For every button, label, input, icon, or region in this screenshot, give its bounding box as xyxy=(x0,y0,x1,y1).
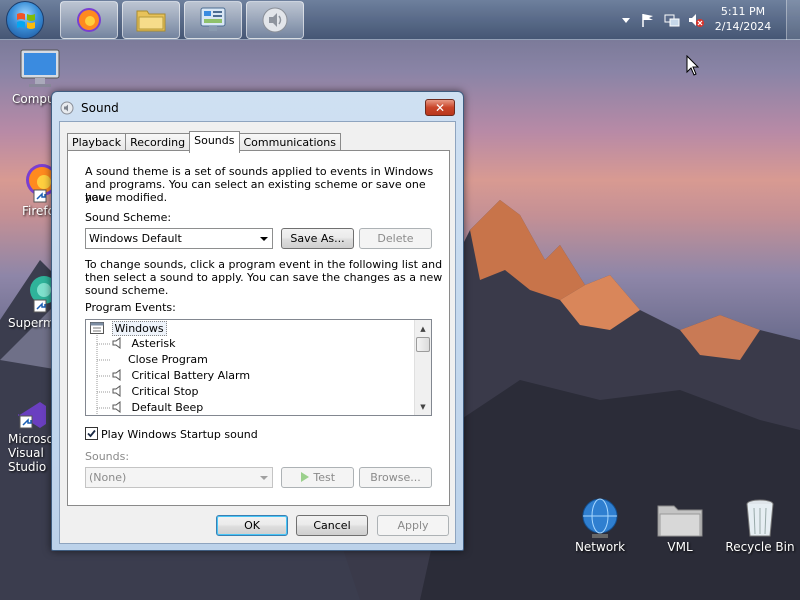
intro-text-line: have modified. xyxy=(85,191,168,204)
clock-date: 2/14/2024 xyxy=(714,20,772,33)
chevron-down-icon xyxy=(260,476,268,480)
folder-icon xyxy=(657,505,703,537)
tab-strip: Playback Recording Sounds Communications xyxy=(67,131,341,153)
speaker-icon xyxy=(112,369,121,381)
intro-text-line: A sound theme is a set of sounds applied… xyxy=(85,165,434,178)
play-icon xyxy=(300,472,309,482)
scroll-up-icon[interactable]: ▲ xyxy=(415,321,431,336)
scroll-thumb[interactable] xyxy=(416,337,430,352)
action-center-flag-icon[interactable] xyxy=(640,12,656,28)
apply-button[interactable]: Apply xyxy=(377,515,449,536)
folder-icon xyxy=(136,10,166,32)
taskbar-button-file-explorer[interactable] xyxy=(122,1,180,39)
dialog-client-area: Playback Recording Sounds Communications… xyxy=(59,121,456,544)
taskbar-button-control-panel[interactable] xyxy=(184,1,242,39)
mouse-cursor-icon xyxy=(686,55,700,76)
list-item[interactable]: Default Beep xyxy=(112,400,203,416)
desktop-icon-recycle-bin[interactable]: Recycle Bin xyxy=(720,496,800,554)
program-events-list[interactable]: Windows Asterisk Close Program Critical … xyxy=(85,319,432,416)
delete-button[interactable]: Delete xyxy=(359,228,432,249)
desktop-icon-label: VML xyxy=(667,540,693,554)
cancel-button[interactable]: Cancel xyxy=(296,515,368,536)
ok-button[interactable]: OK xyxy=(216,515,288,536)
network-globe-icon xyxy=(582,498,618,538)
change-text-line: then select a sound to apply. You can sa… xyxy=(85,271,443,284)
browse-button[interactable]: Browse... xyxy=(359,467,432,488)
sounds-tab-panel: A sound theme is a set of sounds applied… xyxy=(67,150,450,506)
start-button[interactable] xyxy=(6,1,44,39)
save-as-button[interactable]: Save As... xyxy=(281,228,354,249)
events-scrollbar[interactable]: ▲ ▼ xyxy=(414,320,431,415)
sound-scheme-select[interactable]: Windows Default xyxy=(85,228,273,249)
sounds-label: Sounds: xyxy=(85,450,130,463)
startup-sound-label[interactable]: Play Windows Startup sound xyxy=(101,428,258,441)
list-item-label: Default Beep xyxy=(131,401,204,414)
list-item[interactable]: Close Program xyxy=(128,352,208,368)
list-item[interactable]: Asterisk xyxy=(112,336,176,352)
sound-scheme-value: Windows Default xyxy=(89,232,182,245)
chevron-down-icon xyxy=(260,237,268,241)
speaker-icon xyxy=(112,337,121,349)
list-item-label: Windows xyxy=(111,321,167,336)
network-status-icon[interactable] xyxy=(664,12,680,28)
change-text-line: sound scheme. xyxy=(85,284,169,297)
test-button[interactable]: Test xyxy=(281,467,354,488)
show-desktop-button[interactable] xyxy=(786,0,800,40)
startup-sound-checkbox[interactable] xyxy=(85,427,98,440)
scroll-down-icon[interactable]: ▼ xyxy=(415,399,431,414)
sound-settings-icon xyxy=(60,101,74,115)
change-text-line: To change sounds, click a program event … xyxy=(85,258,443,271)
clock-time: 5:11 PM xyxy=(720,5,766,18)
taskbar-button-sound[interactable] xyxy=(246,1,304,39)
program-events-label: Program Events: xyxy=(85,301,176,314)
taskbar-button-firefox[interactable] xyxy=(60,1,118,39)
window-category-icon xyxy=(90,322,104,334)
visual-studio-icon xyxy=(18,402,46,429)
dialog-title: Sound xyxy=(81,101,119,115)
list-item-label: Close Program xyxy=(128,353,208,366)
computer-icon xyxy=(20,49,60,87)
volume-muted-icon[interactable] xyxy=(688,12,704,28)
close-button[interactable]: ✕ xyxy=(425,99,455,116)
control-panel-icon xyxy=(200,7,226,31)
system-tray xyxy=(620,0,704,40)
taskbar-clock[interactable]: 5:11 PM 2/14/2024 xyxy=(708,4,778,34)
windows-logo-icon xyxy=(17,13,35,29)
checkmark-icon xyxy=(87,429,96,438)
list-item-label: Asterisk xyxy=(131,337,176,350)
dialog-titlebar[interactable]: Sound ✕ xyxy=(52,92,463,122)
list-item-label: Critical Battery Alarm xyxy=(131,369,251,382)
taskbar: 5:11 PM 2/14/2024 xyxy=(0,0,800,40)
tab-sounds[interactable]: Sounds xyxy=(189,131,240,153)
desktop-icon-label: Network xyxy=(574,540,626,554)
list-item-label: Critical Stop xyxy=(131,385,199,398)
desktop-icon-label: Recycle Bin xyxy=(725,540,795,554)
firefox-icon xyxy=(77,8,101,32)
desktop-icon-vml[interactable]: VML xyxy=(640,496,720,554)
close-icon: ✕ xyxy=(434,100,446,115)
speaker-icon xyxy=(262,7,288,33)
speaker-icon xyxy=(112,385,121,397)
list-item[interactable]: Critical Stop xyxy=(112,384,198,400)
recycle-bin-icon xyxy=(746,499,774,537)
sounds-select[interactable]: (None) xyxy=(85,467,273,488)
show-hidden-icons-icon[interactable] xyxy=(620,14,632,26)
sound-scheme-label: Sound Scheme: xyxy=(85,211,172,224)
test-button-label: Test xyxy=(313,471,336,484)
sounds-value: (None) xyxy=(89,471,127,484)
sound-dialog: Sound ✕ Playback Recording Sounds Commun… xyxy=(51,91,464,551)
desktop-icon-network[interactable]: Network xyxy=(560,496,640,554)
speaker-icon xyxy=(112,401,121,413)
list-item[interactable]: Critical Battery Alarm xyxy=(112,368,250,384)
